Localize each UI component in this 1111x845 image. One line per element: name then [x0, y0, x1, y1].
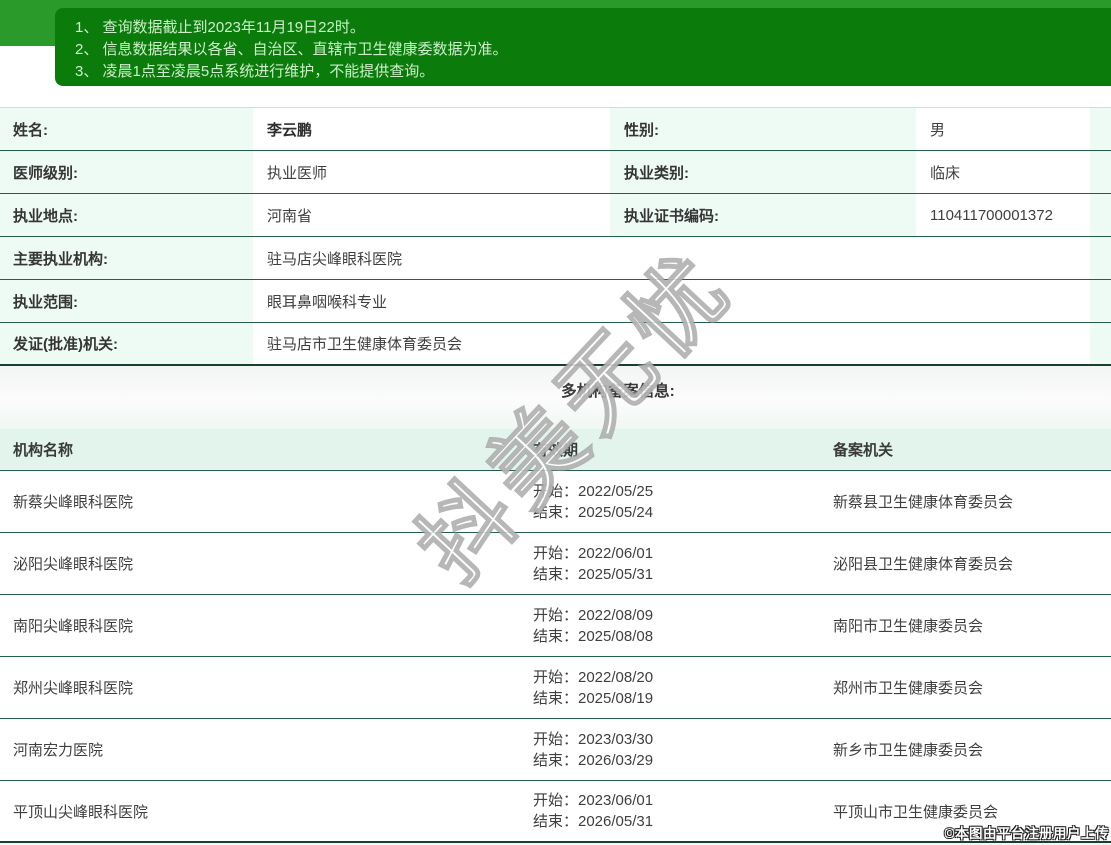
clipped-cell [1090, 108, 1111, 150]
validity-start: 开始：2022/08/20 [533, 667, 653, 688]
filing-table-header: 机构名称 有效期 备案机关 [0, 429, 1111, 471]
cert-code-label: 执业证书编码: [610, 194, 916, 236]
platform-upload-stamp: ©本图由平台注册用户上传 [945, 822, 1109, 842]
location-value: 河南省 [253, 194, 607, 236]
notice-line-3: 3、 凌晨1点至凌晨5点系统进行维护，不能提供查询。 [75, 61, 1111, 83]
filing-row: 南阳尖峰眼科医院 开始：2022/08/09 结束：2025/08/08 南阳市… [0, 595, 1111, 657]
filing-org: 新蔡尖峰眼科医院 [0, 471, 520, 532]
filing-org: 南阳尖峰眼科医院 [0, 595, 520, 656]
filing-authority: 新蔡县卫生健康体育委员会 [820, 471, 1111, 532]
issuer-label: 发证(批准)机关: [0, 323, 253, 364]
filing-row: 泌阳尖峰眼科医院 开始：2022/06/01 结束：2025/05/31 泌阳县… [0, 533, 1111, 595]
clipped-cell [1090, 280, 1111, 322]
validity-end: 结束：2025/08/08 [533, 626, 653, 647]
main-org-value: 驻马店尖峰眼科医院 [253, 237, 1087, 279]
filing-org: 河南宏力医院 [0, 719, 520, 780]
filing-org: 泌阳尖峰眼科医院 [0, 533, 520, 594]
scope-value: 眼耳鼻咽喉科专业 [253, 280, 1087, 322]
validity-start: 开始：2022/08/09 [533, 605, 653, 626]
clipped-cell [1090, 237, 1111, 279]
validity-start: 开始：2023/03/30 [533, 729, 653, 750]
filing-validity: 开始：2022/05/25 结束：2025/05/24 [520, 471, 820, 532]
category-value: 临床 [916, 151, 1087, 193]
notice-line-2: 2、 信息数据结果以各省、自治区、直辖市卫生健康委数据为准。 [75, 39, 1111, 61]
license-info-table: 姓名: 李云鹏 性别: 男 医师级别: 执业医师 执业类别: 临床 执业地点: … [0, 107, 1111, 845]
validity-end: 结束：2026/03/29 [533, 750, 653, 771]
table-row: 姓名: 李云鹏 性别: 男 [0, 108, 1111, 151]
category-label: 执业类别: [610, 151, 916, 193]
filing-authority: 郑州市卫生健康委员会 [820, 657, 1111, 718]
gender-label: 性别: [610, 108, 916, 150]
multi-org-section-title: 多机构备案信息: [561, 383, 675, 400]
filing-validity: 开始：2023/06/01 结束：2026/05/31 [520, 781, 820, 841]
filing-validity: 开始：2023/03/30 结束：2026/03/29 [520, 719, 820, 780]
cert-code-value: 110411700001372 [916, 194, 1087, 236]
filing-authority: 泌阳县卫生健康体育委员会 [820, 533, 1111, 594]
filing-row: 郑州尖峰眼科医院 开始：2022/08/20 结束：2025/08/19 郑州市… [0, 657, 1111, 719]
filing-authority: 南阳市卫生健康委员会 [820, 595, 1111, 656]
clipped-cell [1090, 194, 1111, 236]
validity-end: 结束：2025/08/19 [533, 688, 653, 709]
filing-row: 新蔡尖峰眼科医院 开始：2022/05/25 结束：2025/05/24 新蔡县… [0, 471, 1111, 533]
validity-column-header: 有效期 [520, 429, 820, 470]
table-row: 执业地点: 河南省 执业证书编码: 110411700001372 [0, 194, 1111, 237]
validity-end: 结束：2026/05/31 [533, 811, 653, 832]
issuer-value: 驻马店市卫生健康体育委员会 [253, 323, 1087, 364]
validity-start: 开始：2023/06/01 [533, 790, 653, 811]
filing-validity: 开始：2022/08/20 结束：2025/08/19 [520, 657, 820, 718]
name-label: 姓名: [0, 108, 253, 150]
main-org-label: 主要执业机构: [0, 237, 253, 279]
table-row: 执业范围: 眼耳鼻咽喉科专业 [0, 280, 1111, 323]
doctor-license-query-result-page: 1、 查询数据截止到2023年11月19日22时。 2、 信息数据结果以各省、自… [0, 0, 1111, 845]
filing-org: 郑州尖峰眼科医院 [0, 657, 520, 718]
gender-value: 男 [916, 108, 1087, 150]
location-label: 执业地点: [0, 194, 253, 236]
filing-authority: 新乡市卫生健康委员会 [820, 719, 1111, 780]
table-row: 医师级别: 执业医师 执业类别: 临床 [0, 151, 1111, 194]
notice-box: 1、 查询数据截止到2023年11月19日22时。 2、 信息数据结果以各省、自… [55, 8, 1111, 86]
level-label: 医师级别: [0, 151, 253, 193]
multi-org-section-band: 多机构备案信息: [0, 366, 1111, 429]
clipped-cell [1090, 323, 1111, 364]
filing-org: 平顶山尖峰眼科医院 [0, 781, 520, 841]
validity-start: 开始：2022/05/25 [533, 481, 653, 502]
notice-line-1: 1、 查询数据截止到2023年11月19日22时。 [75, 17, 1111, 39]
table-row: 主要执业机构: 驻马店尖峰眼科医院 [0, 237, 1111, 280]
filing-row: 河南宏力医院 开始：2023/03/30 结束：2026/03/29 新乡市卫生… [0, 719, 1111, 781]
filing-validity: 开始：2022/08/09 结束：2025/08/08 [520, 595, 820, 656]
org-column-header: 机构名称 [0, 429, 520, 470]
authority-column-header: 备案机关 [820, 429, 1111, 470]
table-row: 发证(批准)机关: 驻马店市卫生健康体育委员会 [0, 323, 1111, 366]
clipped-cell [1090, 151, 1111, 193]
level-value: 执业医师 [253, 151, 607, 193]
name-value: 李云鹏 [253, 108, 607, 150]
scope-label: 执业范围: [0, 280, 253, 322]
filing-validity: 开始：2022/06/01 结束：2025/05/31 [520, 533, 820, 594]
validity-start: 开始：2022/06/01 [533, 543, 653, 564]
validity-end: 结束：2025/05/24 [533, 502, 653, 523]
validity-end: 结束：2025/05/31 [533, 564, 653, 585]
